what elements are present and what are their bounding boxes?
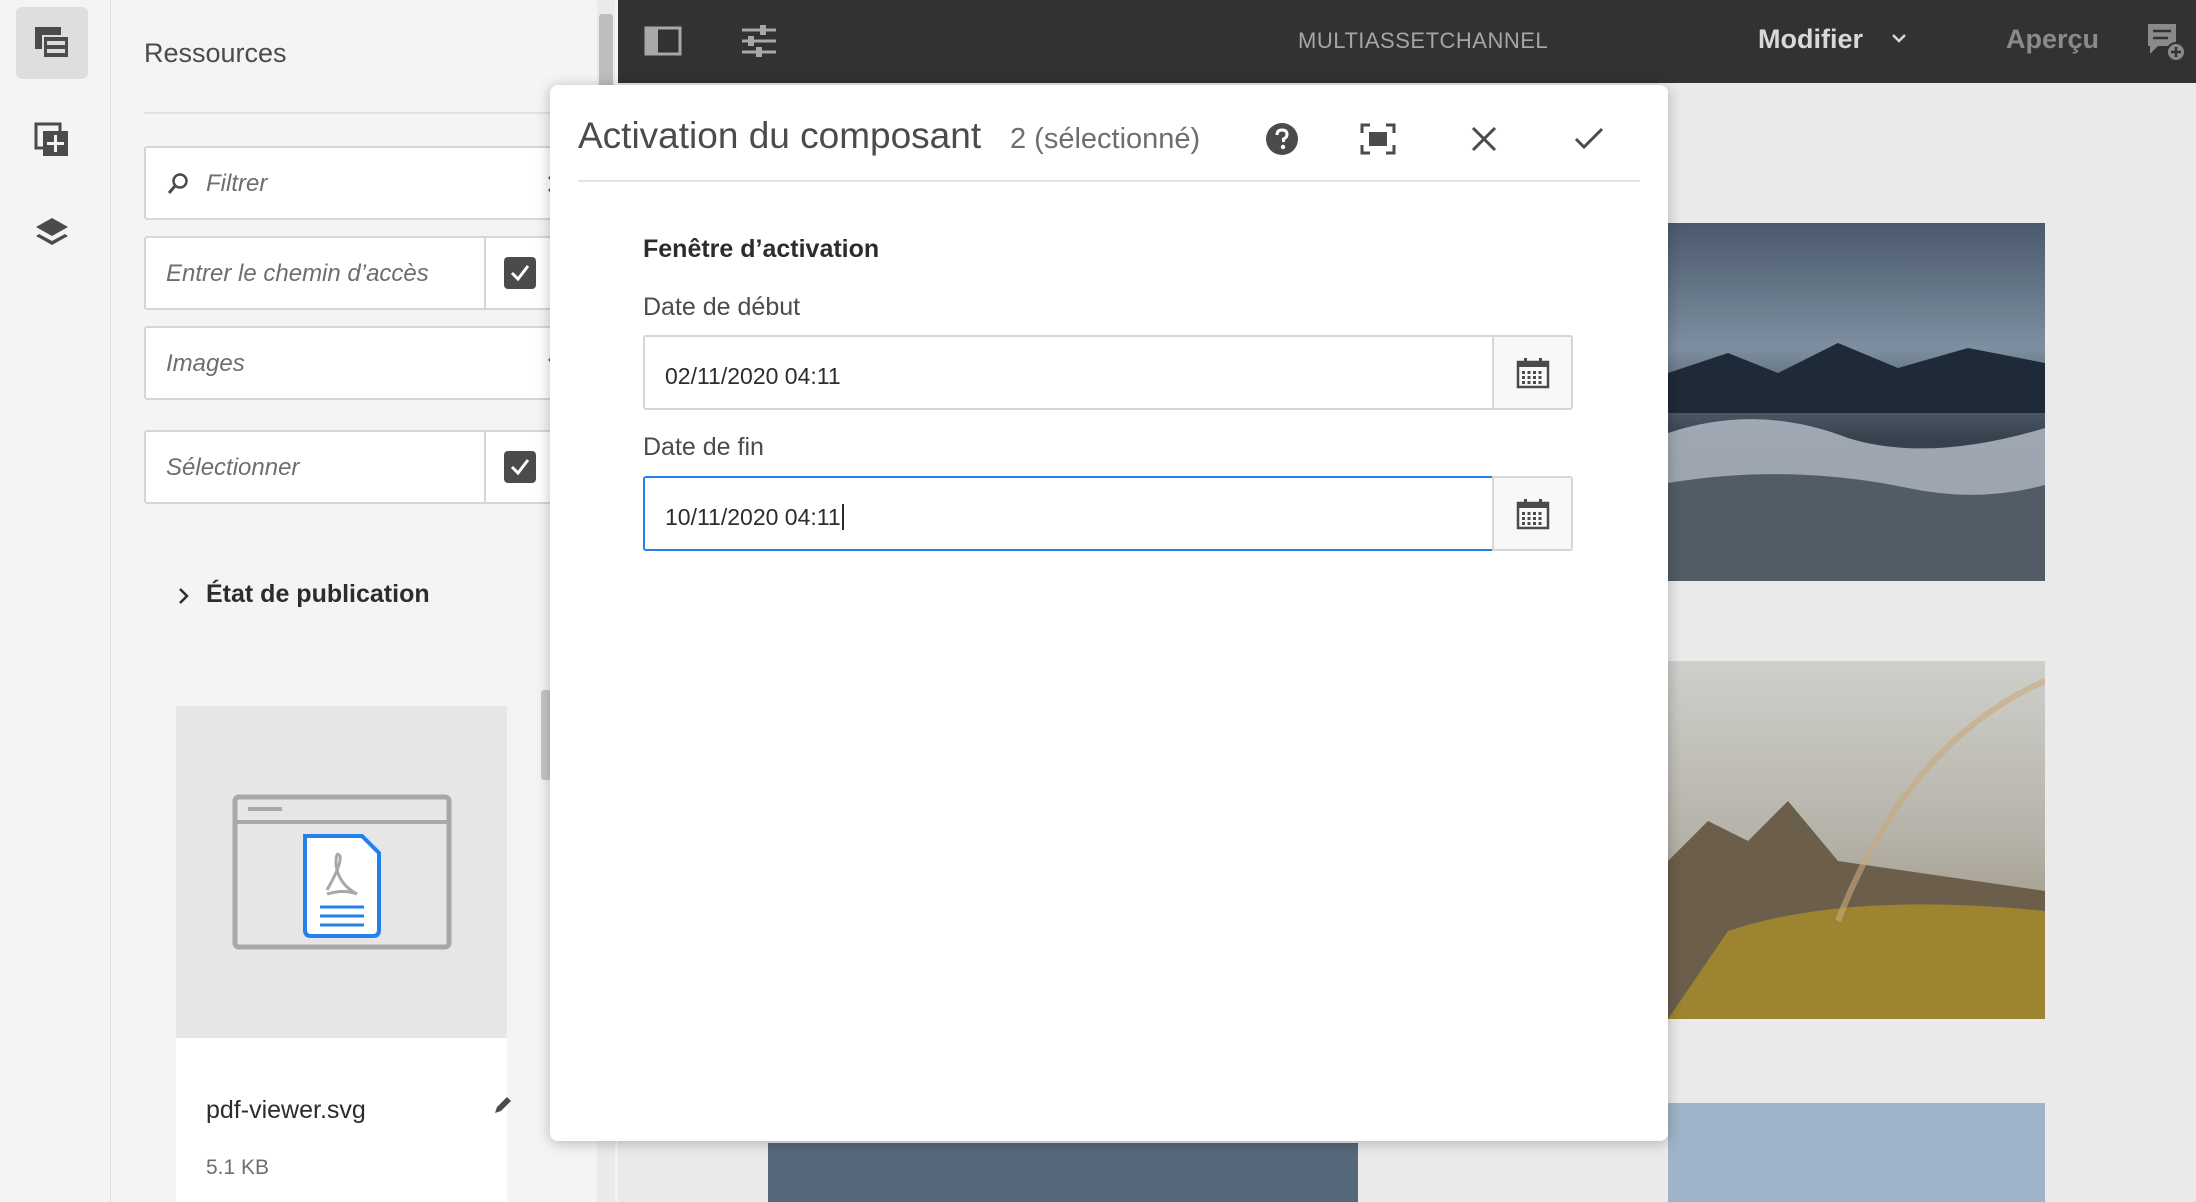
start-date-label: Date de début	[643, 293, 801, 321]
close-icon	[1471, 126, 1497, 152]
asset-type-value: Images	[166, 350, 245, 377]
assets-icon	[35, 27, 70, 59]
side-rail	[0, 0, 111, 1202]
chevron-right-icon[interactable]	[177, 586, 191, 606]
help-button[interactable]	[1262, 119, 1302, 159]
fullscreen-icon	[1360, 123, 1396, 155]
assets-toggle[interactable]	[16, 7, 88, 79]
calendar-icon	[1516, 357, 1549, 388]
start-date-field[interactable]: 02/11/2020 04:11	[643, 335, 1573, 410]
assets-panel: Ressources Filtrer Entrer le chemin d’ac…	[111, 0, 624, 1202]
dialog-divider	[578, 180, 1640, 182]
done-button[interactable]	[1569, 119, 1609, 159]
fullscreen-button[interactable]	[1358, 119, 1398, 159]
end-date-picker-button[interactable]	[1492, 476, 1573, 551]
asset-thumbnail	[176, 706, 507, 1038]
mode-selector[interactable]: Modifier	[1758, 24, 1907, 55]
start-date-input[interactable]: 02/11/2020 04:11	[643, 335, 1494, 410]
check-icon	[510, 265, 530, 282]
panel-title: Ressources	[144, 38, 287, 68]
check-icon	[510, 459, 530, 476]
asset-name: pdf-viewer.svg	[206, 1096, 366, 1124]
chevron-down-icon	[1891, 34, 1906, 43]
select-picker-button[interactable]	[484, 430, 554, 504]
asset-card[interactable]: pdf-viewer.svg 5.1 KB	[176, 706, 511, 1202]
help-icon	[1266, 123, 1298, 155]
asset-size: 5.1 KB	[206, 1156, 270, 1179]
mode-label: Modifier	[1758, 24, 1863, 54]
check-icon	[1574, 127, 1604, 150]
layers-toggle[interactable]	[16, 198, 88, 270]
select-input[interactable]: Sélectionner	[166, 454, 299, 482]
path-input[interactable]: Entrer le chemin d’accès	[166, 260, 429, 288]
text-caret	[841, 504, 844, 530]
pdf-file-icon	[232, 794, 451, 950]
components-toggle[interactable]	[16, 104, 88, 176]
edit-icon[interactable]	[492, 1094, 514, 1116]
annotations-icon[interactable]	[2146, 22, 2186, 62]
end-date-input[interactable]: 10/11/2020 04:11	[643, 476, 1494, 551]
document-title: MULTIASSETCHANNEL	[1298, 28, 1549, 53]
canvas-image-sky	[1668, 1103, 2045, 1202]
search-icon	[167, 173, 188, 194]
canvas-image-bottom	[768, 1143, 1358, 1202]
cancel-button[interactable]	[1464, 119, 1504, 159]
add-component-icon	[34, 122, 68, 156]
filter-input[interactable]: Filtrer	[206, 170, 267, 198]
end-date-label: Date de fin	[643, 433, 764, 461]
layers-icon	[36, 218, 68, 245]
calendar-icon	[1516, 498, 1549, 529]
dialog-title: Activation du composant	[578, 115, 982, 156]
start-date-picker-button[interactable]	[1492, 335, 1573, 410]
section-title: Fenêtre d’activation	[643, 235, 880, 263]
properties-icon[interactable]	[740, 24, 778, 58]
canvas-image-sea	[1668, 223, 2045, 581]
path-picker-button[interactable]	[484, 236, 554, 310]
canvas-image-mountain	[1668, 661, 2045, 1019]
selection-count: 2 (sélectionné)	[1010, 123, 1201, 155]
sidebar-toggle-icon[interactable]	[644, 26, 682, 56]
end-date-value: 10/11/2020 04:11	[665, 504, 841, 530]
publication-state-toggle[interactable]: État de publication	[206, 580, 430, 609]
editor-topbar: MULTIASSETCHANNEL Modifier Aperçu	[618, 0, 2196, 83]
preview-button[interactable]: Aperçu	[2006, 24, 2099, 55]
end-date-field[interactable]: 10/11/2020 04:11	[643, 476, 1573, 551]
activation-dialog: Activation du composant 2 (sélectionné) …	[550, 85, 1668, 1141]
